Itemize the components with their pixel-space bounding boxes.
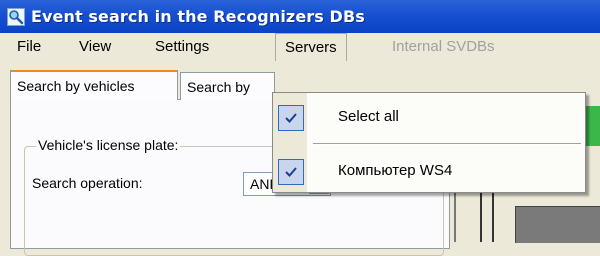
menu-bar: File View Settings Servers Internal SVDB… bbox=[0, 33, 600, 61]
checkmark-icon bbox=[278, 159, 304, 185]
green-panel-edge bbox=[586, 106, 600, 146]
menu-servers[interactable]: Servers bbox=[275, 33, 347, 61]
preview-box bbox=[515, 206, 600, 243]
window-title: Event search in the Recognizers DBs bbox=[31, 7, 365, 26]
menu-item-select-all[interactable]: Select all bbox=[338, 108, 399, 125]
menu-item-computer-ws4[interactable]: Компьютер WS4 bbox=[338, 162, 452, 179]
checkmark-icon bbox=[278, 105, 304, 131]
search-operation-label: Search operation: bbox=[32, 175, 143, 191]
servers-dropdown-menu: Select all Компьютер WS4 bbox=[272, 92, 586, 193]
tab-search-by-vehicles[interactable]: Search by vehicles bbox=[10, 70, 178, 100]
menu-file[interactable]: File bbox=[17, 38, 41, 55]
title-bar: Event search in the Recognizers DBs bbox=[0, 0, 600, 33]
menu-settings[interactable]: Settings bbox=[155, 38, 209, 55]
menu-view[interactable]: View bbox=[79, 38, 111, 55]
tab-search-by[interactable]: Search by bbox=[180, 72, 275, 100]
menu-internal-svdbs[interactable]: Internal SVDBs bbox=[392, 38, 495, 55]
group-title: Vehicle's license plate: bbox=[36, 137, 181, 153]
search-magnifier-icon bbox=[7, 7, 25, 26]
menu-separator bbox=[313, 143, 581, 145]
